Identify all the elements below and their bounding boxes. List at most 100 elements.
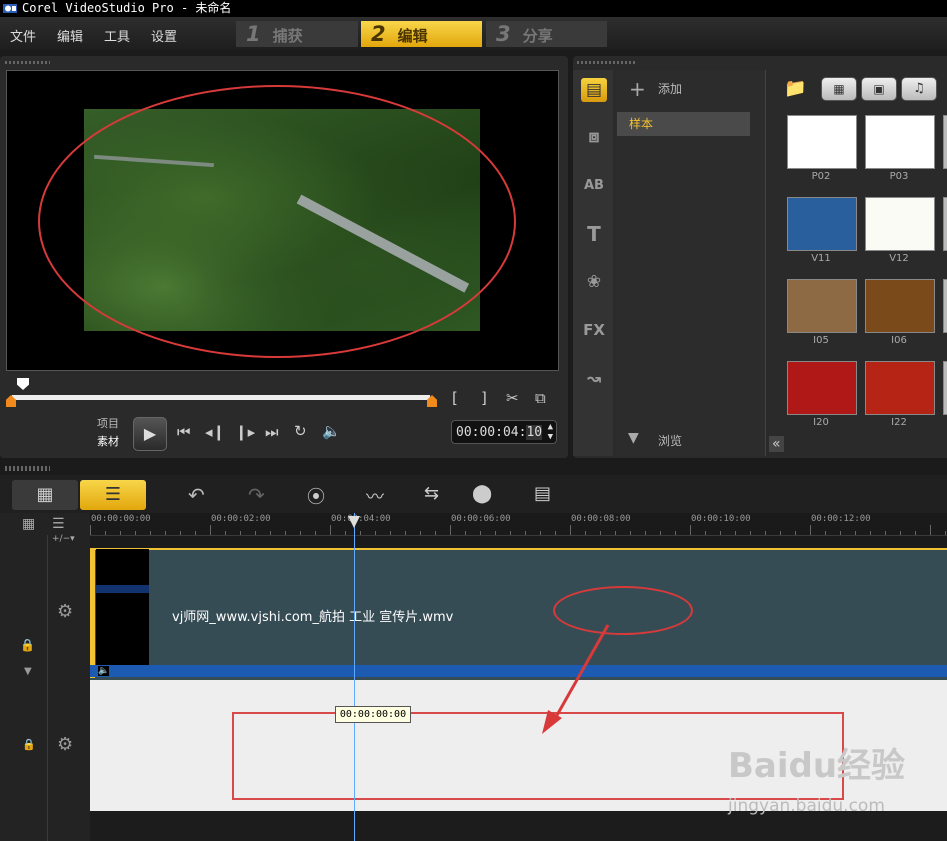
timecode-frames[interactable]: 10	[526, 425, 543, 440]
library-thumbnail[interactable]	[787, 197, 857, 251]
preview-panel: 项目 素材 ▶ ⏮ ◂❙ ❙▸ ⏭ ↻ 🔈 [ ] ✂ ⧉ 00:00:04:1…	[0, 56, 568, 458]
go-to-start-icon[interactable]: ⏮	[177, 423, 191, 441]
mode-project-label[interactable]: 项目	[97, 415, 119, 431]
chapter-point-icon[interactable]: ☰	[52, 516, 65, 532]
clip-trim-handle[interactable]	[90, 548, 95, 678]
library-thumbnail[interactable]	[865, 279, 935, 333]
next-frame-icon[interactable]: ❙▸	[235, 423, 255, 441]
library-thumbnail-partial[interactable]	[943, 197, 947, 251]
step-label: 捕获	[272, 27, 303, 45]
ruler-tick	[810, 525, 811, 535]
menu-tools[interactable]: 工具	[104, 26, 130, 45]
ruler-tick-label: 00:00:08:00	[571, 514, 631, 524]
ab-icon[interactable]: AB	[581, 174, 607, 198]
auto-music-icon[interactable]: ⇆	[424, 483, 439, 504]
transition-icon[interactable]: ⧈	[581, 125, 607, 149]
ruler-tick	[390, 531, 391, 535]
folder-icon[interactable]: 📁	[784, 78, 806, 99]
ruler-tick	[330, 525, 331, 535]
filmstrip-icon: ▦	[833, 82, 845, 96]
empty-track-area	[90, 812, 947, 841]
library-thumbnail[interactable]	[865, 115, 935, 169]
go-to-end-icon[interactable]: ⏭	[265, 423, 279, 441]
library-thumbnail[interactable]	[787, 115, 857, 169]
library-thumbnail-partial[interactable]	[943, 115, 947, 169]
ripple-edit-icon[interactable]: 🔒	[20, 638, 35, 652]
scrubber-track[interactable]	[12, 395, 430, 400]
track-header-column: ▦ ☰ +/−▾ ⚙ 🔒 ▼ ⚙ 🔒	[0, 513, 90, 841]
library-thumbnail-partial[interactable]	[943, 279, 947, 333]
zoom-control-icon[interactable]: +/−▾	[52, 534, 75, 544]
ruler-tick	[150, 531, 151, 535]
browse-icon[interactable]: ▼	[628, 430, 639, 446]
ruler-tick	[240, 531, 241, 535]
library-thumbnail-label: I20	[813, 417, 829, 428]
media-icon[interactable]: ▤	[581, 78, 607, 102]
overlay-track-icon: ⚙	[57, 734, 74, 755]
ruler-tick	[210, 525, 211, 535]
play-button[interactable]: ▶	[133, 417, 167, 451]
redo-icon[interactable]: ↷	[248, 483, 265, 507]
timecode-spin-icon[interactable]: ▲ ▼	[548, 422, 553, 442]
library-thumbnail-label: V12	[889, 253, 909, 264]
timeline-ruler[interactable]: 00:00:00:00 00:00:02:00 00:00:04:00 00:00:0…	[90, 513, 947, 536]
timeline-view-button[interactable]: ☰	[80, 480, 146, 510]
record-capture-icon[interactable]: ⦿	[307, 483, 325, 509]
library-thumbnail[interactable]	[865, 197, 935, 251]
scrubber-handle[interactable]	[17, 378, 29, 390]
panel-grip[interactable]	[5, 61, 50, 64]
menu-file[interactable]: 文件	[10, 26, 36, 45]
add-folder-button[interactable]: 添加	[658, 80, 682, 97]
timecode-field[interactable]: 00:00:04:10 ▲ ▼	[451, 420, 557, 444]
subtitle-editor-icon[interactable]: ▤	[534, 483, 551, 504]
ruler-tick	[315, 531, 316, 535]
ruler-tick-label: 00:00:12:00	[811, 514, 871, 524]
undo-icon[interactable]: ↶	[188, 483, 205, 507]
browse-button[interactable]: 浏览	[658, 432, 682, 449]
overlay-lock-icon[interactable]: 🔒	[22, 738, 36, 751]
track-manager-icon[interactable]: ▦	[22, 516, 35, 532]
panel-grip[interactable]	[577, 61, 637, 64]
fx-icon[interactable]: FX	[581, 318, 607, 342]
menu-bar: 文件 编辑 工具 设置 1 捕获 2 编辑 3 分享	[0, 17, 947, 50]
add-icon[interactable]: +	[629, 77, 646, 101]
show-video-filter-button[interactable]: ▦	[821, 77, 857, 101]
step-edit-tab[interactable]: 2 编辑	[361, 21, 482, 47]
panel-grip[interactable]	[5, 466, 50, 471]
split-clip-icon[interactable]: ✂	[506, 389, 519, 407]
ruler-tick	[525, 531, 526, 535]
sound-mixer-icon[interactable]: 〰	[366, 483, 384, 509]
step-share-tab[interactable]: 3 分享	[486, 21, 607, 47]
repeat-icon[interactable]: ↻	[294, 422, 307, 440]
motion-tracking-icon[interactable]: ⬤	[472, 483, 492, 504]
step-capture-tab[interactable]: 1 捕获	[236, 21, 358, 47]
expand-track-icon[interactable]: ▼	[24, 666, 32, 677]
volume-icon[interactable]: 🔈	[322, 422, 341, 440]
clip-audio-icon[interactable]: 🔈	[98, 666, 110, 676]
show-photo-filter-button[interactable]: ▣	[861, 77, 897, 101]
ruler-tick	[885, 531, 886, 535]
ruler-tick	[285, 531, 286, 535]
library-thumbnail-label: I06	[891, 335, 907, 346]
collapse-library-icon[interactable]: «	[769, 436, 784, 452]
enlarge-preview-icon[interactable]: ⧉	[535, 389, 546, 407]
ruler-tick	[840, 531, 841, 535]
folder-sample[interactable]: 样本	[617, 112, 750, 136]
show-audio-filter-button[interactable]: ♫	[901, 77, 937, 101]
playhead-line[interactable]	[354, 513, 355, 841]
library-thumbnail[interactable]	[865, 361, 935, 415]
mark-in-button[interactable]: [	[452, 389, 458, 407]
menu-edit[interactable]: 编辑	[57, 26, 83, 45]
library-thumbnail-partial[interactable]	[943, 361, 947, 415]
library-thumbnail[interactable]	[787, 279, 857, 333]
menu-settings[interactable]: 设置	[151, 26, 177, 45]
mode-clip-label[interactable]: 素材	[97, 433, 119, 449]
graphics-icon[interactable]: ❀	[581, 270, 607, 294]
mark-out-button[interactable]: ]	[481, 389, 487, 407]
title-icon[interactable]: T	[581, 222, 607, 246]
path-icon[interactable]: ↝	[581, 367, 607, 391]
previous-frame-icon[interactable]: ◂❙	[205, 423, 225, 441]
storyboard-view-button[interactable]: ▦	[12, 480, 78, 510]
ruler-tick	[465, 531, 466, 535]
library-thumbnail[interactable]	[787, 361, 857, 415]
